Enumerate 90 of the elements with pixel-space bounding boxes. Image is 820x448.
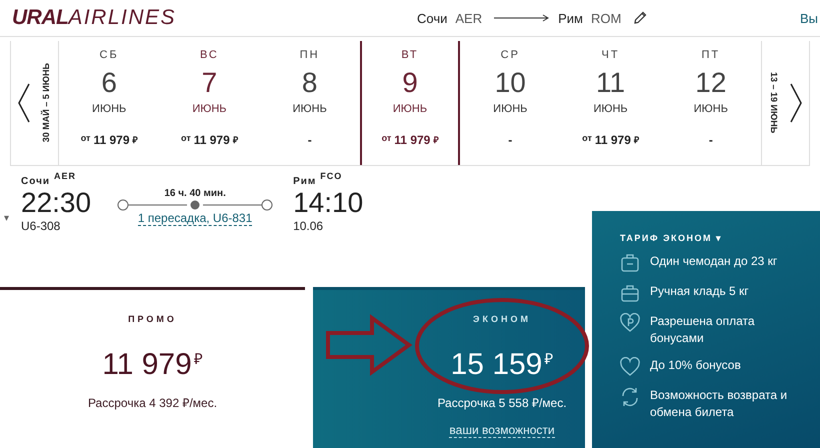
flight-number: U6-308 bbox=[21, 219, 62, 233]
date-range: 13 – 19 ИЮНЬ bbox=[769, 72, 780, 134]
month: ИЮНЬ bbox=[92, 103, 126, 115]
chevron-right-icon bbox=[790, 83, 802, 123]
date-cell[interactable]: ЧТ 11 ИЮНЬ от 11 979 ₽ bbox=[560, 41, 661, 165]
city-name: Сочи bbox=[21, 176, 50, 187]
date-cell[interactable]: ПТ 12 ИЮНЬ - bbox=[660, 41, 761, 165]
currency-sign: ₽ bbox=[132, 134, 138, 146]
price: - bbox=[508, 133, 512, 147]
price: - bbox=[708, 133, 713, 147]
day-number: 11 bbox=[596, 67, 626, 99]
month: ИЮНЬ bbox=[392, 103, 428, 115]
month: ИЮНЬ bbox=[593, 103, 628, 115]
installment-text: Рассрочка 4 392 ₽/мес. bbox=[88, 395, 218, 411]
day-number: 6 bbox=[101, 67, 117, 99]
ruble-heart-icon bbox=[620, 313, 640, 333]
arrow-icon bbox=[494, 14, 550, 22]
feature-text: Разрешена оплата бонусами bbox=[650, 313, 756, 347]
transfer-link[interactable]: 1 пересадка, U6-831 bbox=[138, 211, 252, 226]
currency-sign: ₽ bbox=[232, 134, 238, 146]
tariff-dropdown[interactable]: ТАРИФ ЭКОНОМ ▾ bbox=[620, 233, 806, 243]
pencil-icon[interactable] bbox=[633, 11, 648, 25]
feature-text: Один чемодан до 23 кг bbox=[650, 253, 778, 270]
airport-code: FCO bbox=[320, 171, 342, 183]
city-name: Рим bbox=[293, 176, 316, 187]
month: ИЮНЬ bbox=[694, 103, 728, 115]
date-cell[interactable]: ВТ 9 ИЮНЬ от 11 979 ₽ bbox=[360, 41, 460, 165]
price: - bbox=[308, 133, 312, 147]
weekday: ЧТ bbox=[602, 49, 620, 61]
weekday: СР bbox=[500, 49, 520, 61]
arrival-time: 14:10 bbox=[293, 187, 364, 219]
fare-card[interactable]: ЭКОНОМ 15 159₽ Рассрочка 5 558 ₽/мес. ваши возможности bbox=[313, 287, 585, 448]
month: ИЮНЬ bbox=[192, 103, 227, 115]
price: 11 979 bbox=[394, 133, 430, 147]
destination-city: Рим bbox=[558, 10, 583, 26]
currency-sign: ₽ bbox=[433, 134, 438, 146]
origin-code: AER bbox=[455, 10, 482, 26]
day-number: 12 bbox=[695, 67, 726, 99]
weekday: ПН bbox=[300, 49, 320, 61]
airport-code: AER bbox=[54, 171, 76, 183]
logo-text: AIRLINES bbox=[68, 6, 176, 30]
heart-icon bbox=[620, 357, 640, 377]
currency-sign: ₽ bbox=[194, 350, 203, 368]
weekday: ВТ bbox=[401, 49, 419, 61]
day-number: 8 bbox=[302, 67, 318, 99]
suitcase-icon bbox=[620, 253, 640, 273]
price: 11 979 bbox=[93, 133, 130, 147]
weekday: ПТ bbox=[702, 49, 720, 61]
day-number: 10 bbox=[494, 67, 526, 99]
login-link[interactable]: Вы bbox=[800, 10, 820, 26]
month: ИЮНЬ bbox=[292, 103, 327, 115]
feature-text: Ручная кладь 5 кг bbox=[650, 283, 749, 300]
options-link[interactable]: ваши возможности bbox=[449, 423, 555, 438]
fare-name: ЭКОНОМ bbox=[473, 314, 531, 324]
price-prefix: от bbox=[382, 133, 392, 143]
date-cell[interactable]: ПН 8 ИЮНЬ - bbox=[260, 41, 360, 165]
date-cell[interactable]: СР 10 ИЮНЬ - bbox=[460, 41, 560, 165]
price: 11 979 bbox=[194, 133, 230, 147]
day-number: 7 bbox=[202, 67, 218, 99]
currency-sign: ₽ bbox=[544, 350, 554, 368]
date-cell[interactable]: ВС 7 ИЮНЬ от 11 979 ₽ bbox=[159, 41, 260, 165]
feature-text: До 10% бонусов bbox=[650, 357, 741, 374]
departure-time: 22:30 bbox=[21, 187, 92, 219]
weekday: СБ bbox=[100, 49, 119, 61]
weekday: ВС bbox=[200, 49, 219, 61]
price-prefix: от bbox=[582, 133, 592, 143]
price-prefix: от bbox=[181, 133, 191, 143]
briefcase-icon bbox=[620, 283, 640, 303]
fare-card[interactable]: ПРОМО 11 979₽ Рассрочка 4 392 ₽/мес. bbox=[0, 287, 305, 448]
price-prefix: от bbox=[80, 133, 90, 143]
fare-price: 11 979 bbox=[102, 348, 192, 382]
month: ИЮНЬ bbox=[493, 103, 528, 115]
price: 11 979 bbox=[594, 133, 631, 147]
fare-name: ПРОМО bbox=[128, 314, 177, 324]
logo-text: URAL bbox=[12, 6, 68, 30]
flight-duration: 16 ч. 40 мин. bbox=[164, 188, 226, 199]
fare-price: 15 159 bbox=[450, 348, 542, 382]
destination-code: ROM bbox=[590, 10, 622, 26]
expand-caret[interactable]: ▾ bbox=[4, 212, 9, 224]
refresh-icon bbox=[620, 387, 640, 407]
date-range: 30 МАЙ – 5 ИЮНЬ bbox=[40, 63, 51, 143]
day-number: 9 bbox=[402, 67, 418, 99]
feature-text: Возможность возврата и обмена билета bbox=[650, 387, 788, 421]
chevron-left-icon bbox=[18, 83, 30, 123]
currency-sign: ₽ bbox=[634, 134, 639, 146]
installment-text: Рассрочка 5 558 ₽/мес. bbox=[437, 395, 567, 411]
arrival-date: 10.06 bbox=[293, 219, 324, 233]
date-cell[interactable]: СБ 6 ИЮНЬ от 11 979 ₽ bbox=[59, 41, 160, 165]
origin-city: Сочи bbox=[417, 10, 448, 26]
logo[interactable]: URALAIRLINES bbox=[12, 6, 417, 30]
